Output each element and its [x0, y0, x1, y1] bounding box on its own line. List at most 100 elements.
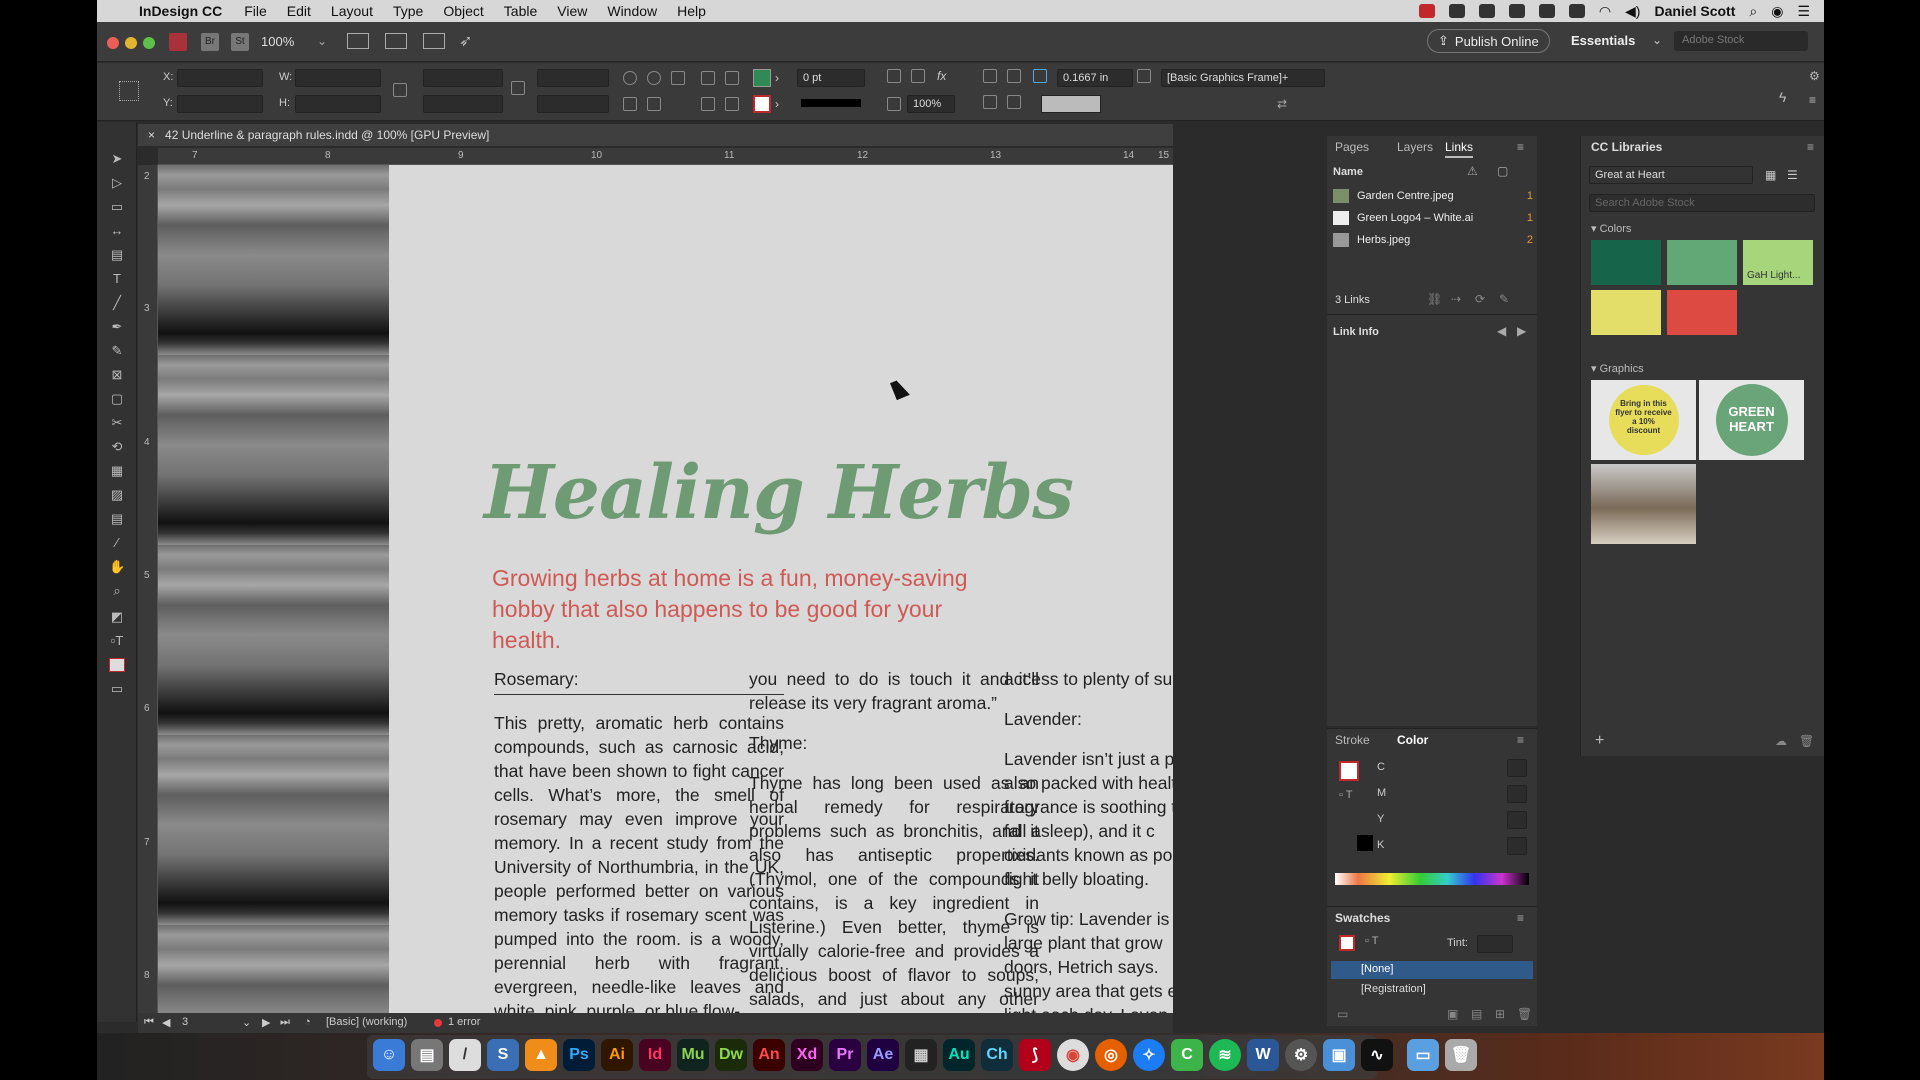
menu-window[interactable]: Window — [607, 3, 657, 19]
library-graphic-photo[interactable] — [1591, 464, 1696, 544]
system-preferences-icon[interactable]: ⚙ — [1285, 1039, 1317, 1071]
channel-y-field[interactable] — [1507, 811, 1527, 829]
control-panel-settings-icon[interactable]: ⚙ — [1809, 69, 1820, 83]
swatch-registration-row[interactable]: [Registration] — [1331, 981, 1533, 999]
adobe-tray-icon[interactable] — [1418, 4, 1435, 18]
gradient-feather-tool-icon[interactable]: ▨ — [109, 488, 125, 502]
screen-mode-icon[interactable] — [385, 33, 407, 49]
rosemary-heading[interactable]: Rosemary: — [494, 667, 784, 695]
lavender-heading[interactable]: Lavender: — [1004, 707, 1173, 731]
dreamweaver-icon[interactable]: Dw — [715, 1039, 747, 1071]
spotify-icon[interactable]: ≋ — [1209, 1039, 1241, 1071]
preflight-errors[interactable]: 1 error — [448, 1016, 480, 1028]
chrome-icon[interactable]: ◉ — [1057, 1039, 1089, 1071]
gradient-swatch-tool-icon[interactable]: ▦ — [109, 464, 125, 478]
delete-library-item-icon[interactable]: 🗑 — [1799, 734, 1814, 748]
tab-links[interactable]: Links — [1445, 136, 1474, 158]
zoom-level[interactable]: 100% — [261, 34, 294, 49]
notification-icon[interactable]: ☰ — [1797, 3, 1810, 20]
rotate-cw-icon[interactable] — [623, 71, 637, 85]
word-icon[interactable]: W — [1247, 1039, 1279, 1071]
thyme-heading[interactable]: Thyme: — [749, 731, 1039, 755]
link-page[interactable]: 1 — [1527, 190, 1533, 202]
finder-icon[interactable]: ☺ — [373, 1039, 405, 1071]
menu-table[interactable]: Table — [504, 3, 537, 19]
note-tool-icon[interactable]: ▤ — [109, 512, 125, 526]
fill-frame-icon[interactable] — [1007, 95, 1021, 109]
view-options-icon[interactable] — [347, 33, 369, 49]
stroke-style-preview[interactable] — [1041, 95, 1101, 113]
control-panel-menu-icon[interactable]: ≡ — [1809, 93, 1816, 107]
new-swatch-icon[interactable]: ⊞ — [1495, 1007, 1505, 1021]
minimize-window-button[interactable] — [125, 37, 137, 49]
flip-icon[interactable] — [671, 71, 685, 85]
opacity-icon[interactable] — [887, 97, 901, 111]
safari-icon[interactable]: ✧ — [1133, 1039, 1165, 1071]
user-name[interactable]: Daniel Scott — [1654, 3, 1735, 19]
x-field[interactable] — [177, 69, 263, 87]
flip-vertical-icon[interactable] — [647, 97, 661, 111]
y-field[interactable] — [177, 95, 263, 113]
swatch-stroke-proxy[interactable] — [1339, 935, 1355, 951]
stroke-fill-proxy[interactable] — [1339, 761, 1359, 781]
edit-original-icon[interactable]: ✎ — [1499, 292, 1509, 306]
time-machine-icon[interactable] — [1568, 4, 1585, 18]
scale-y-field[interactable] — [423, 95, 503, 113]
links-name-header[interactable]: Name — [1333, 166, 1363, 178]
text-column-1[interactable]: Rosemary: This pretty, aromatic herb con… — [494, 667, 784, 1013]
tab-color[interactable]: Color — [1397, 729, 1428, 751]
new-swatch-folder-icon[interactable]: ▤ — [1471, 1007, 1482, 1021]
color-spectrum-ramp[interactable] — [1335, 873, 1529, 885]
effects-icon[interactable]: fx — [937, 69, 946, 83]
sync-icon[interactable]: ☁ — [1775, 734, 1787, 748]
menu-file[interactable]: File — [244, 3, 267, 19]
grid-view-icon[interactable]: ▦ — [1765, 168, 1776, 182]
thyme-body[interactable]: Thyme has long been used as an herbal re… — [749, 771, 1039, 1013]
grow-tip-text[interactable]: Grow tip: Lavender is large plant that g… — [1004, 907, 1173, 1013]
menu-help[interactable]: Help — [677, 3, 706, 19]
close-document-icon[interactable]: × — [148, 128, 155, 142]
stroke-swatch[interactable] — [753, 95, 771, 113]
gap-tool-icon[interactable]: ↔ — [109, 224, 125, 238]
go-to-link-icon[interactable]: ⇢ — [1451, 292, 1461, 306]
library-color-swatch[interactable] — [1591, 240, 1661, 285]
reference-point-icon[interactable] — [119, 81, 139, 101]
page-tool-icon[interactable]: ▭ — [109, 200, 125, 214]
colors-section-toggle[interactable]: ▾ Colors — [1591, 222, 1631, 235]
spotlight-icon[interactable]: ⌕ — [1749, 3, 1757, 20]
s-app-icon[interactable]: S — [487, 1039, 519, 1071]
list-view-icon[interactable]: ☰ — [1787, 168, 1798, 182]
publish-online-button[interactable]: ⇪ Publish Online — [1427, 29, 1550, 53]
page-dropdown-icon[interactable]: ⌄ — [242, 1016, 251, 1029]
column-2-lead[interactable]: you need to do is touch it and it’ll rel… — [749, 667, 1039, 715]
swatch-view-icon[interactable]: ▭ — [1337, 1007, 1348, 1021]
tab-pages[interactable]: Pages — [1335, 136, 1369, 158]
stroke-weight-field[interactable]: 0 pt — [797, 69, 865, 87]
channel-k-field[interactable] — [1507, 837, 1527, 855]
swatches-menu-icon[interactable]: ≡ — [1517, 911, 1524, 925]
scale-x-field[interactable] — [423, 69, 503, 87]
rectangle-frame-tool-icon[interactable]: ⊠ — [109, 368, 125, 382]
delete-swatch-icon[interactable]: 🗑 — [1517, 1007, 1532, 1021]
library-graphic-badge[interactable]: Bring in this flyer to receive a 10% dis… — [1591, 380, 1696, 460]
link-info-header[interactable]: Link Info — [1333, 326, 1379, 338]
clear-overrides-icon[interactable]: ⇄ — [1277, 97, 1287, 111]
fitting-icon[interactable] — [983, 95, 997, 109]
link-page[interactable]: 2 — [1527, 234, 1533, 246]
formatting-affects-icon[interactable]: ▫T — [109, 634, 125, 648]
wood-background-image[interactable] — [158, 165, 389, 1013]
link-info-next-icon[interactable]: ▶ — [1517, 324, 1526, 338]
object-style-icon[interactable] — [1137, 69, 1151, 83]
black-swatch[interactable] — [1357, 835, 1373, 851]
text-wrap-icon[interactable] — [983, 69, 997, 83]
grid-icon[interactable] — [1538, 4, 1555, 18]
selection-tool-icon[interactable]: ➤ — [109, 152, 125, 166]
panel-menu-icon[interactable]: ≡ — [1517, 140, 1524, 154]
headline-text[interactable]: Healing Herbs — [484, 450, 1074, 536]
animate-icon[interactable]: An — [753, 1039, 785, 1071]
rectangle-tool-icon[interactable]: ▢ — [109, 392, 125, 406]
illustrator-icon[interactable]: Ai — [601, 1039, 633, 1071]
previous-page-icon[interactable]: ◀ — [162, 1016, 170, 1029]
menu-edit[interactable]: Edit — [287, 3, 311, 19]
direct-selection-tool-icon[interactable]: ▷ — [109, 176, 125, 190]
